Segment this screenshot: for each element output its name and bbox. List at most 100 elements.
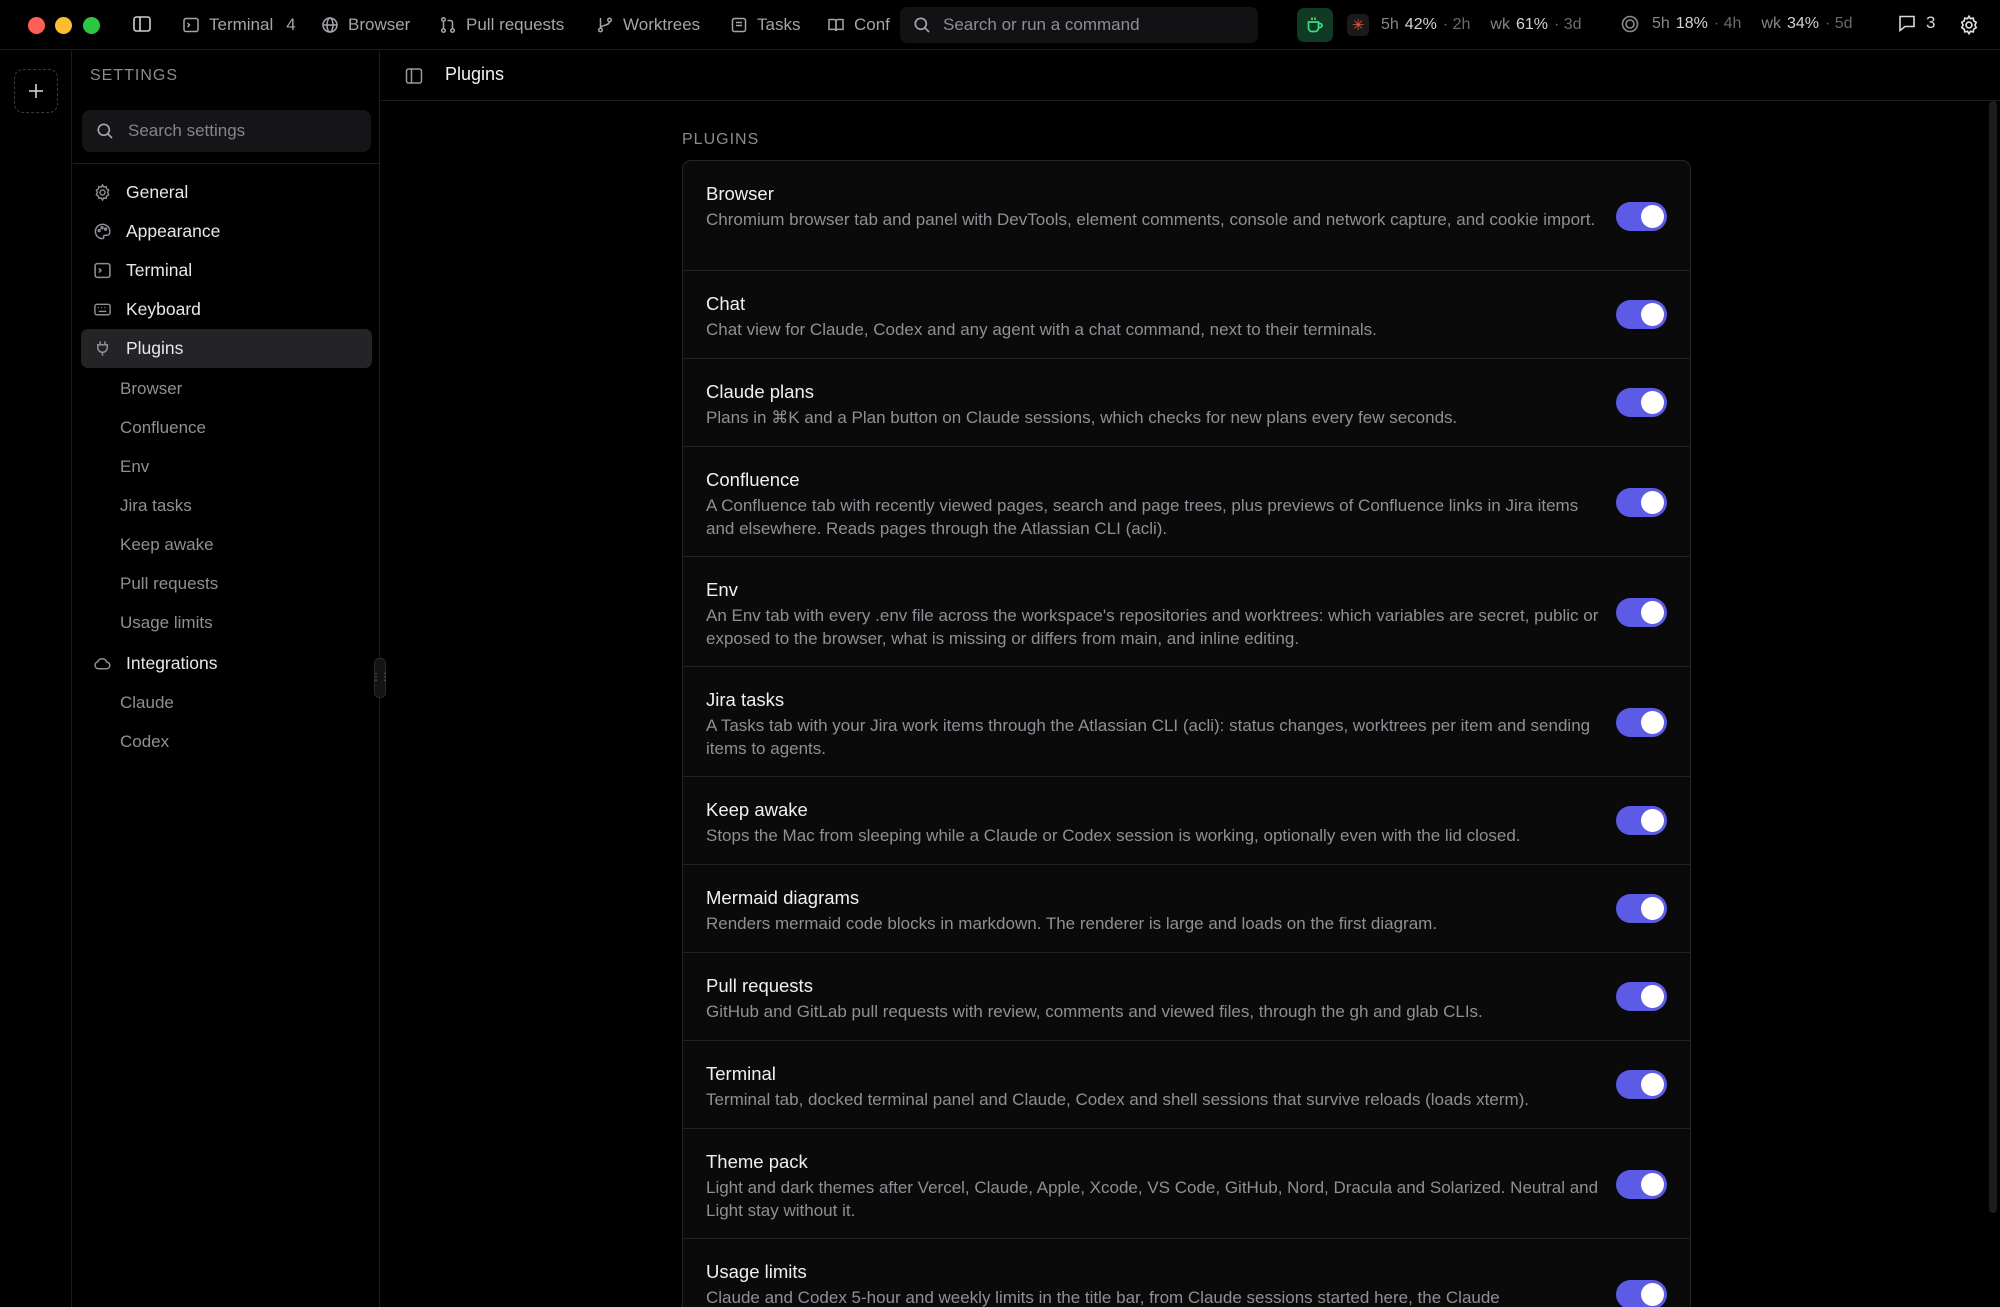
plugin-description: A Tasks tab with your Jira work items th… bbox=[706, 716, 1591, 758]
toggle-knob bbox=[1641, 1173, 1664, 1196]
plugin-toggle-keep-awake[interactable] bbox=[1616, 806, 1667, 835]
search-icon bbox=[96, 122, 114, 140]
sidebar-subitem-claude[interactable]: Claude bbox=[120, 688, 174, 718]
sidebar-item-plugins[interactable]: Plugins bbox=[81, 329, 372, 368]
minimize-window-button[interactable] bbox=[55, 17, 72, 34]
book-icon bbox=[827, 16, 845, 34]
plugin-description: An Env tab with every .env file across t… bbox=[706, 606, 1599, 648]
sidebar-item-label: General bbox=[126, 182, 189, 202]
plus-icon bbox=[26, 81, 46, 101]
toggle-knob bbox=[1641, 303, 1664, 326]
plugin-description: Claude and Codex 5-hour and weekly limit… bbox=[706, 1288, 1500, 1307]
plugin-description: Chromium browser tab and panel with DevT… bbox=[706, 210, 1596, 229]
tab-confluence[interactable]: Conf bbox=[827, 12, 895, 38]
sidebar-subitem-keep-awake[interactable]: Keep awake bbox=[120, 530, 214, 560]
tab-label: Worktrees bbox=[623, 15, 701, 34]
toggle-knob bbox=[1641, 897, 1664, 920]
plugin-row-claude-plans: Claude plans Plans in ⌘K and a Plan butt… bbox=[683, 359, 1690, 447]
sidebar-item-general[interactable]: General bbox=[81, 173, 372, 212]
toggle-knob bbox=[1641, 601, 1664, 624]
sidebar-resize-handle[interactable]: ⋮⋮ bbox=[371, 658, 390, 698]
settings-search-input[interactable]: Search settings bbox=[82, 110, 371, 152]
plugin-toggle-confluence[interactable] bbox=[1616, 488, 1667, 517]
plugin-toggle-env[interactable] bbox=[1616, 598, 1667, 627]
sidebar-item-integrations[interactable]: Integrations bbox=[81, 644, 372, 683]
toggle-knob bbox=[1641, 985, 1664, 1008]
sidebar-subitem-codex[interactable]: Codex bbox=[120, 727, 169, 757]
claude-spark-icon: ✳ bbox=[1347, 14, 1369, 36]
codex-week-window: wk bbox=[1761, 15, 1781, 32]
toggle-panel-icon[interactable] bbox=[404, 66, 424, 86]
plugin-toggle-pull-requests[interactable] bbox=[1616, 982, 1667, 1011]
plugin-toggle-usage-limits[interactable] bbox=[1616, 1280, 1667, 1307]
plugin-row-terminal: Terminal Terminal tab, docked terminal p… bbox=[683, 1041, 1690, 1129]
sidebar-subitem-jira-tasks[interactable]: Jira tasks bbox=[120, 491, 192, 521]
plugin-toggle-theme-pack[interactable] bbox=[1616, 1170, 1667, 1199]
tab-pull-requests[interactable]: Pull requests bbox=[439, 12, 564, 38]
comments-button[interactable]: 3 bbox=[1897, 13, 1935, 33]
toggle-knob bbox=[1641, 205, 1664, 228]
sidebar-item-terminal[interactable]: Terminal bbox=[81, 251, 372, 290]
comment-icon bbox=[1897, 13, 1917, 33]
workspace-rail bbox=[0, 51, 72, 1307]
plugin-toggle-jira-tasks[interactable] bbox=[1616, 708, 1667, 737]
plugin-row-chat: Chat Chat view for Claude, Codex and any… bbox=[683, 271, 1690, 359]
tasks-icon bbox=[730, 16, 748, 34]
terminal-icon bbox=[93, 261, 112, 280]
coffee-cup-button[interactable] bbox=[1297, 8, 1333, 42]
plugin-toggle-claude-plans[interactable] bbox=[1616, 388, 1667, 417]
claude-week-percent: 61% bbox=[1515, 16, 1548, 33]
plugin-toggle-terminal[interactable] bbox=[1616, 1070, 1667, 1099]
tab-terminal[interactable]: Terminal 4 bbox=[182, 12, 296, 38]
git-branch-icon bbox=[596, 16, 614, 34]
sidebar-item-appearance[interactable]: Appearance bbox=[81, 212, 372, 251]
codex-week-reset: · 5d bbox=[1825, 15, 1853, 32]
codex-usage-indicator[interactable]: 5h 18% · 4h wk 34% · 5d bbox=[1620, 14, 1853, 34]
plugin-toggle-mermaid-diagrams[interactable] bbox=[1616, 894, 1667, 923]
sidebar-toggle-icon[interactable] bbox=[132, 14, 152, 34]
plugin-toggle-chat[interactable] bbox=[1616, 300, 1667, 329]
settings-gear-icon[interactable] bbox=[1958, 14, 1980, 36]
maximize-window-button[interactable] bbox=[83, 17, 100, 34]
sidebar-subitem-confluence[interactable]: Confluence bbox=[120, 413, 206, 443]
sidebar-subitem-browser[interactable]: Browser bbox=[120, 374, 182, 404]
plugin-row-usage-limits: Usage limits Claude and Codex 5-hour and… bbox=[683, 1239, 1690, 1307]
claude-session-percent: 42% bbox=[1404, 16, 1437, 33]
plugin-row-keep-awake: Keep awake Stops the Mac from sleeping w… bbox=[683, 777, 1690, 865]
tab-worktrees[interactable]: Worktrees bbox=[596, 12, 700, 38]
add-workspace-button[interactable] bbox=[14, 69, 58, 113]
toggle-knob bbox=[1641, 1283, 1664, 1306]
tab-browser[interactable]: Browser bbox=[321, 12, 410, 38]
close-window-button[interactable] bbox=[28, 17, 45, 34]
sidebar-item-keyboard[interactable]: Keyboard bbox=[81, 290, 372, 329]
command-search-input[interactable]: Search or run a command bbox=[900, 7, 1258, 43]
plugin-description: Stops the Mac from sleeping while a Clau… bbox=[706, 826, 1521, 845]
claude-session-reset: · 2h bbox=[1442, 16, 1471, 33]
main-scrollbar[interactable] bbox=[1989, 101, 1997, 1213]
coffee-cup-icon bbox=[1305, 15, 1325, 35]
tab-label: Browser bbox=[348, 15, 411, 34]
plugin-description: Renders mermaid code blocks in markdown.… bbox=[706, 914, 1438, 933]
sidebar-subitem-usage-limits[interactable]: Usage limits bbox=[120, 608, 213, 638]
claude-usage-indicator[interactable]: ✳ 5h 42% · 2h wk 61% · 3d bbox=[1347, 14, 1582, 36]
sidebar-item-label: Plugins bbox=[126, 338, 184, 358]
codex-week-percent: 34% bbox=[1786, 15, 1819, 32]
claude-week-window: wk bbox=[1490, 16, 1510, 33]
tab-tasks[interactable]: Tasks bbox=[730, 12, 800, 38]
sidebar-subitem-pull-requests[interactable]: Pull requests bbox=[120, 569, 218, 599]
sidebar-divider bbox=[73, 163, 379, 164]
settings-heading: SETTINGS bbox=[90, 67, 179, 84]
terminal-icon bbox=[182, 16, 200, 34]
sidebar-item-label: Keyboard bbox=[126, 299, 201, 319]
plugin-row-pull-requests: Pull requests GitHub and GitLab pull req… bbox=[683, 953, 1690, 1041]
plugin-name: Claude plans bbox=[706, 381, 814, 402]
codex-icon bbox=[1620, 14, 1640, 34]
plugin-row-mermaid-diagrams: Mermaid diagrams Renders mermaid code bl… bbox=[683, 865, 1690, 953]
sidebar-subitem-env[interactable]: Env bbox=[120, 452, 149, 482]
plugin-name: Pull requests bbox=[706, 975, 813, 996]
search-icon bbox=[913, 16, 931, 34]
main-header: Plugins bbox=[381, 51, 2000, 101]
plugin-name: Env bbox=[706, 579, 738, 600]
plugin-row-theme-pack: Theme pack Light and dark themes after V… bbox=[683, 1129, 1690, 1239]
plugin-toggle-browser[interactable] bbox=[1616, 202, 1667, 231]
